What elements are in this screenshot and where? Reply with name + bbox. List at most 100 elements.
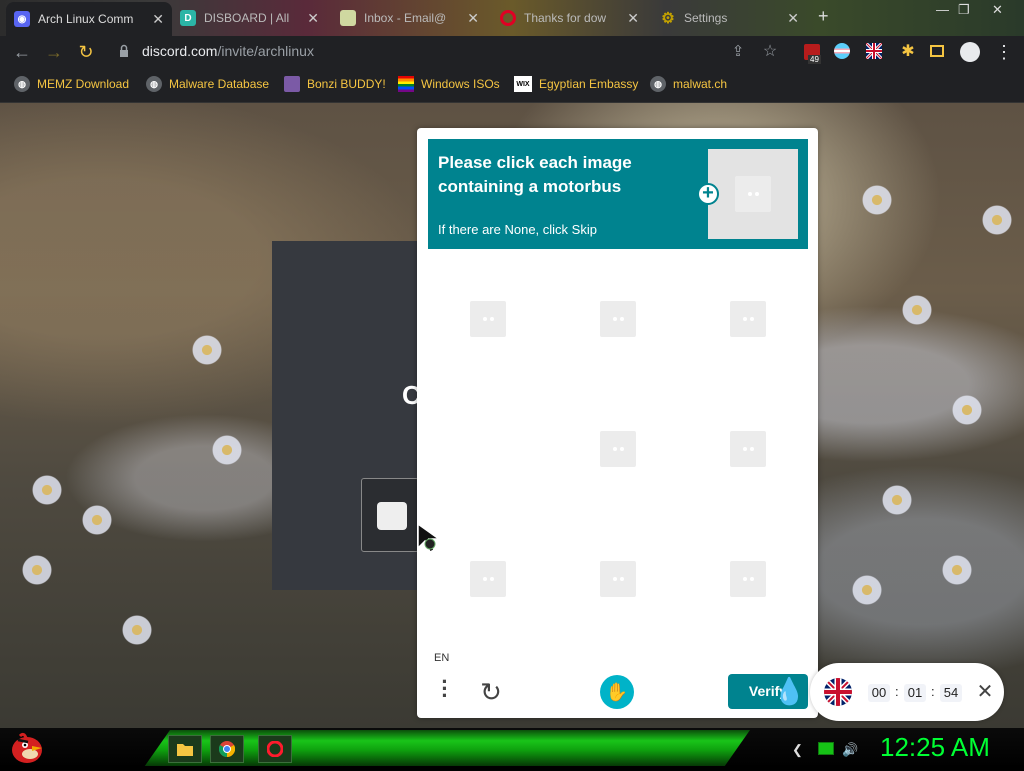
- server-icon-placeholder: [377, 502, 407, 530]
- globe-icon: ◍: [14, 76, 30, 92]
- flower-decoration: [880, 483, 914, 517]
- new-tab-button[interactable]: +: [818, 6, 829, 27]
- restore-button[interactable]: ❐: [958, 2, 970, 18]
- rainbow-flag-icon: [398, 76, 414, 92]
- share-icon[interactable]: ⇪: [728, 42, 748, 62]
- uk-flag-icon[interactable]: [864, 41, 884, 61]
- flower-decoration: [30, 473, 64, 507]
- tray-chevron-icon[interactable]: ❮: [792, 742, 803, 758]
- flower-decoration: [190, 333, 224, 367]
- close-icon[interactable]: ✕: [787, 10, 799, 27]
- flower-decoration: [120, 613, 154, 647]
- challenge-image-8[interactable]: [600, 561, 636, 597]
- timer-separator: :: [895, 684, 899, 699]
- language-selector[interactable]: EN: [434, 652, 449, 664]
- reload-button[interactable]: ↻: [76, 42, 96, 62]
- tab-title: Arch Linux Comm: [38, 12, 134, 26]
- tab-title: DISBOARD | All: [204, 11, 290, 25]
- close-icon[interactable]: ✕: [152, 11, 164, 28]
- bookmark-windows-isos[interactable]: Windows ISOs: [398, 76, 500, 92]
- tab-title: Settings: [684, 11, 728, 25]
- forward-button[interactable]: →: [44, 42, 64, 62]
- url-host: discord.com: [142, 43, 218, 59]
- url-text[interactable]: discord.com/invite/archlinux: [142, 43, 314, 59]
- back-button[interactable]: ←: [12, 42, 32, 62]
- tab-title: Inbox - Email@: [364, 11, 447, 25]
- mouse-cursor-icon: [416, 522, 446, 554]
- flower-decoration: [210, 433, 244, 467]
- bonzi-icon: [284, 76, 300, 92]
- start-button[interactable]: [8, 730, 46, 766]
- challenge-image-7[interactable]: [470, 561, 506, 597]
- challenge-image-5[interactable]: [600, 431, 636, 467]
- challenge-image-6[interactable]: [730, 431, 766, 467]
- taskbar-clock[interactable]: 12:25 AM: [880, 732, 990, 763]
- challenge-image-3[interactable]: [730, 301, 766, 337]
- challenge-image-1[interactable]: [470, 301, 506, 337]
- close-icon[interactable]: ✕: [974, 681, 996, 703]
- menu-kebab-icon[interactable]: ⋮: [994, 42, 1014, 62]
- bookmark-malwatch[interactable]: ◍ malwat.ch: [650, 76, 727, 92]
- opera-taskbar-icon[interactable]: [258, 735, 292, 763]
- discord-icon: ◉: [14, 11, 30, 27]
- file-explorer-taskbar-icon[interactable]: [168, 735, 202, 763]
- bookmark-label: Malware Database: [169, 77, 270, 91]
- lock-icon: [119, 44, 129, 58]
- timer-minutes: 01: [904, 684, 926, 702]
- close-icon[interactable]: ✕: [627, 10, 639, 27]
- water-drop-icon: 💧: [773, 676, 806, 706]
- close-window-button[interactable]: ✕: [992, 2, 1003, 18]
- image-placeholder-icon: [735, 176, 771, 212]
- accessibility-hand-icon[interactable]: ✋: [600, 675, 634, 709]
- challenge-image-2[interactable]: [600, 301, 636, 337]
- bookmark-egyptian-embassy[interactable]: WIX Egyptian Embassy: [514, 76, 638, 92]
- server-icon-tooltip: [361, 478, 419, 552]
- profile-avatar[interactable]: [960, 42, 980, 62]
- challenge-subtext: If there are None, click Skip: [438, 222, 597, 237]
- minimize-button[interactable]: —: [936, 2, 949, 17]
- network-icon[interactable]: [818, 742, 834, 755]
- timer-separator: :: [931, 684, 935, 699]
- chrome-taskbar-icon[interactable]: [210, 735, 244, 763]
- close-icon[interactable]: ✕: [467, 10, 479, 27]
- expand-example-button[interactable]: +: [697, 183, 719, 205]
- bookmark-label: Egyptian Embassy: [539, 77, 639, 91]
- url-path: /invite/archlinux: [217, 43, 314, 59]
- bookmark-label: MEMZ Download: [37, 77, 130, 91]
- bookmark-star-icon[interactable]: ☆: [760, 42, 780, 62]
- challenge-image-9[interactable]: [730, 561, 766, 597]
- flower-decoration: [20, 553, 54, 587]
- tab-arch-linux[interactable]: ◉ Arch Linux Comm ✕: [6, 2, 172, 36]
- extensions-puzzle-icon[interactable]: ✱: [898, 42, 918, 62]
- bookmark-label: Windows ISOs: [421, 77, 500, 91]
- wix-icon: WIX: [514, 76, 532, 92]
- flower-decoration: [940, 553, 974, 587]
- tab-disboard[interactable]: D DISBOARD | All ✕: [172, 4, 327, 32]
- extension-badge: 49: [808, 55, 821, 64]
- flower-decoration: [80, 503, 114, 537]
- timer-hours: 00: [868, 684, 890, 702]
- refresh-challenge-icon[interactable]: ↻: [477, 678, 505, 706]
- globe-icon: ◍: [650, 76, 666, 92]
- side-panel-icon[interactable]: [930, 45, 944, 57]
- bookmark-label: Bonzi BUDDY!: [307, 77, 386, 91]
- tab-title: Thanks for dow: [524, 11, 607, 25]
- more-options-icon[interactable]: · · ·: [437, 671, 453, 707]
- settings-icon: ⚙: [661, 10, 675, 27]
- flower-decoration: [950, 393, 984, 427]
- tab-settings[interactable]: ⚙ Settings ✕: [652, 4, 807, 32]
- timer-seconds: 54: [940, 684, 962, 702]
- tab-thanks[interactable]: Thanks for dow ✕: [492, 4, 647, 32]
- bookmark-malware-db[interactable]: ◍ Malware Database: [146, 76, 269, 92]
- tab-inbox[interactable]: Inbox - Email@ ✕: [332, 4, 487, 32]
- volume-icon[interactable]: 🔊: [842, 742, 858, 758]
- bookmark-bonzi[interactable]: Bonzi BUDDY!: [284, 76, 386, 92]
- close-icon[interactable]: ✕: [307, 10, 319, 27]
- trans-flag-icon[interactable]: [834, 43, 850, 59]
- flower-decoration: [860, 183, 894, 217]
- mail-icon: [340, 10, 356, 26]
- uk-flag-icon[interactable]: [824, 678, 852, 706]
- bookmark-memz[interactable]: ◍ MEMZ Download: [14, 76, 129, 92]
- flower-decoration: [980, 203, 1014, 237]
- globe-icon: ◍: [146, 76, 162, 92]
